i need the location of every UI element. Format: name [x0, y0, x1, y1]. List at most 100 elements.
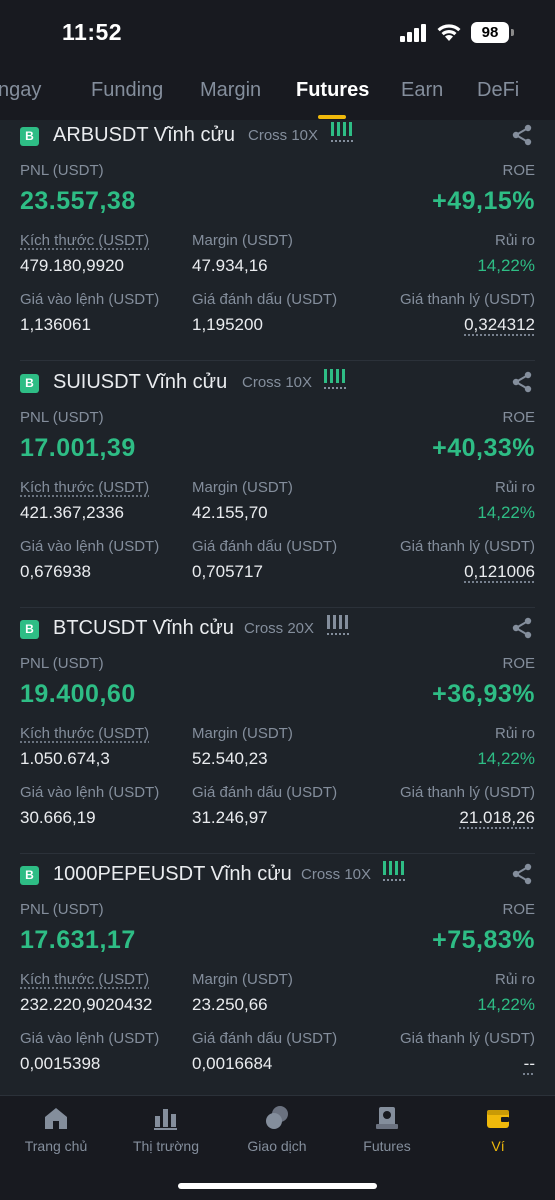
adl-indicator-icon[interactable]	[327, 615, 349, 635]
margin-value: 52.540,23	[192, 749, 268, 768]
home-indicator[interactable]	[178, 1183, 377, 1189]
risk-label: Rủi ro	[494, 725, 535, 742]
margin-mode[interactable]: Cross 20X	[244, 620, 314, 637]
position-symbol[interactable]: 1000PEPEUSDT Vĩnh cửu	[53, 863, 292, 886]
share-icon[interactable]	[511, 371, 533, 393]
mark-price-value: 0,0016684	[192, 1054, 273, 1073]
margin-value: 23.250,66	[192, 995, 268, 1014]
tab-funding[interactable]: Funding	[91, 79, 163, 102]
risk-value: 14,22%	[477, 995, 535, 1014]
nav-futures[interactable]: Futures	[332, 1104, 442, 1154]
risk-value: 14,22%	[477, 256, 535, 275]
roe-label: ROE	[502, 901, 535, 918]
pnl-label: PNL (USDT)	[20, 162, 104, 179]
roe-value: +75,83%	[432, 926, 535, 954]
position-symbol[interactable]: ARBUSDT Vĩnh cửu	[53, 124, 235, 147]
adl-indicator-icon[interactable]	[383, 861, 405, 881]
nav-home[interactable]: Trang chủ	[1, 1104, 111, 1154]
perpetual-badge: B	[20, 374, 39, 393]
entry-price-label: Giá vào lệnh (USDT)	[20, 1030, 160, 1047]
battery-tip	[511, 29, 514, 36]
liquidation-price-value[interactable]: 21.018,26	[459, 808, 535, 828]
mark-price-label: Giá đánh dấu (USDT)	[192, 291, 338, 308]
size-label[interactable]: Kích thước (USDT)	[20, 971, 149, 988]
tab-earn[interactable]: Earn	[401, 79, 443, 102]
positions-list: B ARBUSDT Vĩnh cửu Cross 10X PNL (USDT) …	[0, 120, 555, 1095]
position-card[interactable]: B 1000PEPEUSDT Vĩnh cửu Cross 10X PNL (U…	[0, 853, 555, 1095]
nav-markets[interactable]: Thị trường	[111, 1104, 221, 1154]
mark-price-label: Giá đánh dấu (USDT)	[192, 784, 338, 801]
liquidation-price-value[interactable]: 0,324312	[464, 315, 535, 335]
size-value: 421.367,2336	[20, 503, 124, 522]
adl-indicator-icon[interactable]	[331, 122, 353, 142]
position-card[interactable]: B SUIUSDT Vĩnh cửu Cross 10X PNL (USDT) …	[0, 361, 555, 608]
tab-defi[interactable]: DeFi	[477, 79, 519, 102]
margin-mode[interactable]: Cross 10X	[242, 374, 312, 391]
margin-label: Margin (USDT)	[192, 971, 293, 988]
trade-icon	[266, 1106, 288, 1129]
risk-label: Rủi ro	[494, 479, 535, 496]
liquidation-price-value[interactable]: --	[524, 1054, 535, 1074]
margin-value: 47.934,16	[192, 256, 268, 275]
tab-margin[interactable]: Margin	[200, 79, 261, 102]
active-tab-indicator	[318, 115, 346, 119]
size-value: 232.220,9020432	[20, 995, 153, 1014]
roe-value: +36,93%	[432, 680, 535, 708]
wifi-icon	[437, 24, 461, 41]
perpetual-badge: B	[20, 866, 39, 885]
nav-home-label: Trang chủ	[24, 1138, 88, 1154]
pnl-label: PNL (USDT)	[20, 409, 104, 426]
liquidation-price-value[interactable]: 0,121006	[464, 562, 535, 582]
roe-label: ROE	[502, 162, 535, 179]
share-icon[interactable]	[511, 863, 533, 885]
futures-icon	[376, 1107, 398, 1129]
liquidation-price-label: Giá thanh lý (USDT)	[399, 538, 535, 555]
nav-futures-label: Futures	[363, 1138, 411, 1154]
size-label[interactable]: Kích thước (USDT)	[20, 479, 149, 496]
tab-futures[interactable]: Futures	[296, 79, 369, 102]
mark-price-label: Giá đánh dấu (USDT)	[192, 538, 338, 555]
size-label[interactable]: Kích thước (USDT)	[20, 232, 149, 249]
nav-trade-label: Giao dịch	[247, 1138, 307, 1154]
nav-trade[interactable]: Giao dịch	[222, 1104, 332, 1154]
nav-wallet[interactable]: Ví	[443, 1104, 553, 1154]
position-symbol[interactable]: BTCUSDT Vĩnh cửu	[53, 617, 234, 640]
mark-price-value: 31.246,97	[192, 808, 268, 827]
risk-label: Rủi ro	[494, 232, 535, 249]
nav-markets-label: Thị trường	[132, 1138, 199, 1154]
wallet-icon	[487, 1110, 509, 1128]
margin-label: Margin (USDT)	[192, 725, 293, 742]
mark-price-value: 1,195200	[192, 315, 263, 334]
pnl-value: 17.001,39	[20, 434, 136, 462]
nav-wallet-label: Ví	[491, 1138, 505, 1154]
market-icon	[154, 1109, 177, 1130]
share-icon[interactable]	[511, 617, 533, 639]
mark-price-label: Giá đánh dấu (USDT)	[192, 1030, 338, 1047]
roe-value: +40,33%	[432, 434, 535, 462]
margin-label: Margin (USDT)	[192, 232, 293, 249]
home-icon	[45, 1108, 67, 1129]
risk-value: 14,22%	[477, 749, 535, 768]
pnl-value: 23.557,38	[20, 187, 136, 215]
pnl-value: 17.631,17	[20, 926, 136, 954]
margin-label: Margin (USDT)	[192, 479, 293, 496]
position-card[interactable]: B BTCUSDT Vĩnh cửu Cross 20X PNL (USDT) …	[0, 607, 555, 854]
roe-label: ROE	[502, 409, 535, 426]
size-label[interactable]: Kích thước (USDT)	[20, 725, 149, 742]
entry-price-value: 0,0015398	[20, 1054, 101, 1073]
pnl-label: PNL (USDT)	[20, 655, 104, 672]
status-bar: 11:52 98	[0, 0, 555, 62]
risk-value: 14,22%	[477, 503, 535, 522]
margin-mode[interactable]: Cross 10X	[248, 127, 318, 144]
account-tabs: ngay Funding Margin Futures Earn DeFi	[0, 62, 555, 120]
adl-indicator-icon[interactable]	[324, 369, 346, 389]
liquidation-price-label: Giá thanh lý (USDT)	[399, 291, 535, 308]
position-card[interactable]: B ARBUSDT Vĩnh cửu Cross 10X PNL (USDT) …	[0, 120, 555, 361]
entry-price-label: Giá vào lệnh (USDT)	[20, 784, 160, 801]
share-icon[interactable]	[511, 124, 533, 146]
liquidation-price-label: Giá thanh lý (USDT)	[399, 784, 535, 801]
pnl-label: PNL (USDT)	[20, 901, 104, 918]
tab-spot[interactable]: ngay	[0, 79, 41, 102]
position-symbol[interactable]: SUIUSDT Vĩnh cửu	[53, 371, 227, 394]
margin-mode[interactable]: Cross 10X	[301, 866, 371, 883]
